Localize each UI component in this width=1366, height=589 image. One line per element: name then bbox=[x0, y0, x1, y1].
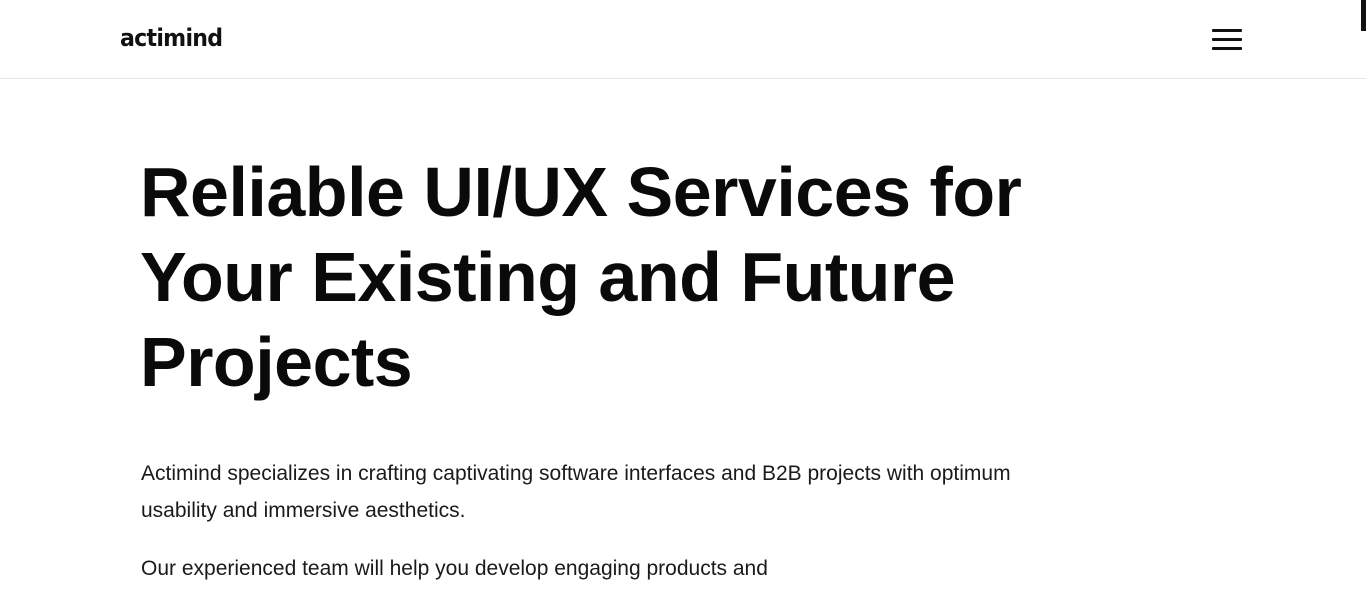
hamburger-menu-icon[interactable] bbox=[1208, 24, 1244, 56]
menu-line bbox=[1212, 38, 1242, 41]
menu-line bbox=[1212, 29, 1242, 32]
menu-line bbox=[1212, 47, 1242, 50]
logo[interactable]: actimind bbox=[120, 22, 223, 54]
hero-title: Reliable UI/UX Services for Your Existin… bbox=[140, 153, 1022, 401]
site-header: actimind bbox=[0, 0, 1366, 79]
hero-paragraph: Actimind specializes in crafting captiva… bbox=[141, 462, 1011, 522]
hero-paragraph: Our experienced team will help you devel… bbox=[141, 557, 768, 580]
scrollbar-thumb[interactable] bbox=[1361, 0, 1366, 31]
